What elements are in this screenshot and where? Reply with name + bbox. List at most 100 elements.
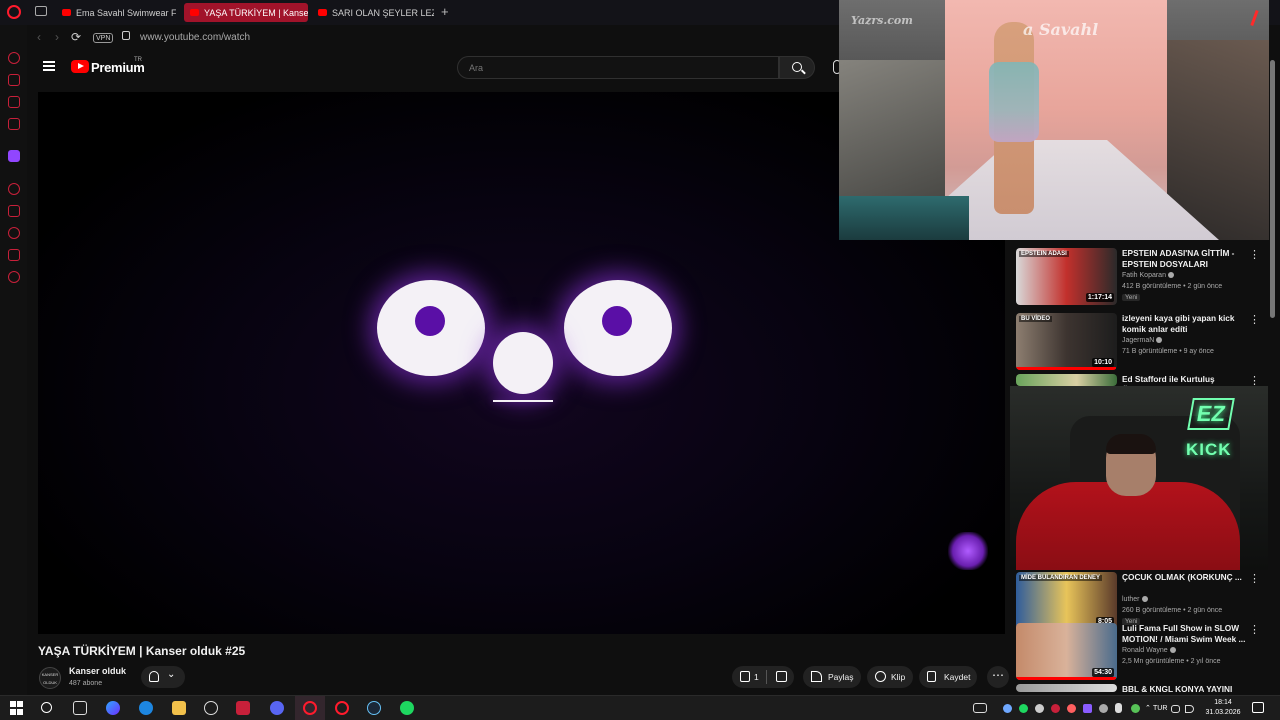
recommendation-item[interactable]: EPSTEIN ADASI 1:17:14 EPSTEIN ADASI'NA GİT… bbox=[1016, 248, 1260, 305]
recommendation-title[interactable]: Luli Fama Full Show in SLOW MOTION! / Mi… bbox=[1122, 623, 1248, 645]
like-icon[interactable] bbox=[740, 671, 750, 682]
recommendation-thumbnail[interactable] bbox=[1016, 374, 1117, 386]
steam-icon[interactable] bbox=[367, 701, 381, 715]
taskbar-search-icon[interactable] bbox=[41, 702, 52, 713]
spotify-icon[interactable] bbox=[400, 701, 414, 715]
recommendation-item[interactable]: MİDE BULANDIRAN DENEY 8:05 ÇOCUK OLMAK (KO… bbox=[1016, 572, 1260, 629]
recommendation-thumbnail[interactable]: EPSTEIN ADASI 1:17:14 bbox=[1016, 248, 1117, 305]
tray-mic-icon[interactable] bbox=[1115, 703, 1122, 713]
recommendation-thumbnail[interactable]: 54:30 bbox=[1016, 623, 1117, 680]
tray-icon-9[interactable] bbox=[1131, 704, 1140, 713]
recommendation-channel[interactable]: Fatih Koparan bbox=[1122, 272, 1166, 279]
obs-icon[interactable] bbox=[204, 701, 218, 715]
tray-icon-1[interactable] bbox=[1003, 704, 1012, 713]
recommendation-thumbnail[interactable]: BU VİDEO 10:10 bbox=[1016, 313, 1117, 370]
tray-icon-6[interactable] bbox=[1083, 704, 1092, 713]
input-language[interactable]: TUR bbox=[1153, 705, 1167, 712]
tray-chevron-icon[interactable]: ⌃ bbox=[1145, 704, 1151, 712]
youtube-logo-icon[interactable] bbox=[71, 60, 89, 73]
tab-menu-icon[interactable] bbox=[35, 6, 47, 16]
sidebar-twitch-icon[interactable] bbox=[8, 150, 20, 162]
more-options-icon[interactable]: ⋮ bbox=[1249, 572, 1260, 585]
recommendation-item[interactable]: Ed Stafford ile Kurtuluş Öyküleri⋮ bbox=[1016, 374, 1260, 395]
opera-logo-icon[interactable] bbox=[7, 5, 21, 19]
notification-center-icon[interactable] bbox=[1252, 702, 1264, 713]
edge-icon[interactable] bbox=[139, 701, 153, 715]
reload-icon[interactable]: ⟳ bbox=[71, 30, 81, 44]
network-icon[interactable] bbox=[1171, 705, 1180, 713]
windows-start-icon[interactable] bbox=[10, 701, 24, 715]
recommendation-channel[interactable]: Ronald Wayne bbox=[1122, 647, 1168, 654]
volume-icon[interactable] bbox=[1185, 705, 1194, 713]
lock-icon[interactable] bbox=[122, 31, 130, 40]
clock[interactable]: 18:14 31.03.2026 bbox=[1200, 698, 1246, 718]
recommendation-thumbnail[interactable]: MİDE BULANDIRAN DENEY 8:05 bbox=[1016, 572, 1117, 629]
recommendation-thumbnail[interactable] bbox=[1016, 684, 1117, 692]
opera-gx-taskbar-icon[interactable] bbox=[303, 701, 317, 715]
sidebar-player-icon[interactable] bbox=[8, 183, 20, 195]
sidebar-history-icon[interactable] bbox=[8, 227, 20, 239]
tray-icon-4[interactable] bbox=[1051, 704, 1060, 713]
tab-ema-savahl[interactable]: Ema Savahl Swimwear Fa bbox=[56, 3, 176, 22]
menu-icon[interactable] bbox=[43, 61, 55, 71]
like-count[interactable]: 1 bbox=[754, 672, 759, 682]
streamer-hair bbox=[1106, 434, 1156, 454]
dislike-icon[interactable] bbox=[776, 671, 787, 682]
task-view-icon[interactable] bbox=[73, 701, 87, 715]
recommendation-title[interactable]: EPSTEIN ADASI'NA GİTTİM - EPSTEIN DOSYAL… bbox=[1122, 248, 1248, 270]
search-button[interactable] bbox=[779, 56, 815, 79]
discord-icon[interactable] bbox=[270, 701, 284, 715]
sidebar-settings-icon[interactable] bbox=[8, 271, 20, 283]
notification-button[interactable]: ⌄ bbox=[141, 666, 185, 688]
share-button[interactable]: Paylaş bbox=[803, 666, 861, 688]
save-button[interactable]: Kaydet bbox=[919, 666, 977, 688]
screen: Ema Savahl Swimwear Fa YAŞA TÜRKİYEM | K… bbox=[0, 0, 1280, 720]
pool bbox=[839, 196, 969, 240]
scrollbar-thumb[interactable] bbox=[1270, 60, 1275, 318]
watch-progress-bar bbox=[1016, 677, 1116, 680]
file-explorer-icon[interactable] bbox=[172, 701, 186, 715]
opera-taskbar-icon[interactable] bbox=[335, 701, 349, 715]
forward-icon[interactable]: › bbox=[55, 30, 59, 44]
back-icon[interactable]: ‹ bbox=[37, 30, 41, 44]
copilot-icon[interactable] bbox=[106, 701, 120, 715]
sidebar-messenger-icon[interactable] bbox=[8, 96, 20, 108]
vpn-badge[interactable]: VPN bbox=[93, 33, 114, 43]
tray-icon-7[interactable] bbox=[1099, 704, 1108, 713]
tray-icon-5[interactable] bbox=[1067, 704, 1076, 713]
tray-icon-3[interactable] bbox=[1035, 704, 1044, 713]
new-tab-plus-icon[interactable]: + bbox=[441, 4, 449, 19]
channel-name[interactable]: Kanser olduk bbox=[69, 666, 126, 676]
recommendation-item[interactable]: BBL & KNGL KONYA YAYINI bbox=[1016, 684, 1256, 695]
sidebar-extensions-icon[interactable] bbox=[8, 249, 20, 261]
tab-sari-olan[interactable]: SARI OLAN ŞEYLER LEZZE bbox=[312, 3, 434, 22]
sidebar-bookmark-icon[interactable] bbox=[8, 205, 20, 217]
more-options-icon[interactable]: ⋮ bbox=[1249, 248, 1260, 261]
youtube-favicon-icon bbox=[190, 9, 199, 16]
sidebar-mail-icon[interactable] bbox=[8, 118, 20, 130]
tab-yasa-turkiyem[interactable]: YAŞA TÜRKİYEM | Kanse bbox=[184, 3, 308, 22]
voicemod-icon[interactable] bbox=[236, 701, 250, 715]
sidebar-shopping-icon[interactable] bbox=[8, 74, 20, 86]
recommendation-channel[interactable]: JagermaN bbox=[1122, 337, 1154, 344]
address-bar: ‹ › ⟳ VPN www.youtube.com/watch bbox=[27, 27, 840, 49]
recommendation-title[interactable]: BBL & KNGL KONYA YAYINI bbox=[1122, 684, 1248, 695]
page-scrollbar[interactable] bbox=[1270, 50, 1275, 690]
widgets-icon[interactable] bbox=[973, 703, 987, 713]
recommendation-channel[interactable]: luther bbox=[1122, 596, 1140, 603]
clip-button[interactable]: Klip bbox=[867, 666, 913, 688]
clock-time: 18:14 bbox=[1214, 699, 1232, 706]
recommendation-meta: 412 B görüntüleme • 2 gün önce bbox=[1122, 283, 1223, 290]
recommendation-item[interactable]: 54:30 Luli Fama Full Show in SLOW MOTION!… bbox=[1016, 623, 1260, 680]
url-field[interactable]: www.youtube.com/watch bbox=[140, 32, 250, 43]
more-actions-button[interactable]: ⋯ bbox=[987, 666, 1009, 688]
search-input[interactable] bbox=[457, 56, 779, 79]
recommendation-title[interactable]: izleyeni kaya gibi yapan kick komik anla… bbox=[1122, 313, 1248, 335]
more-options-icon[interactable]: ⋮ bbox=[1249, 313, 1260, 326]
channel-avatar[interactable]: KANSER OLDUK bbox=[39, 667, 61, 689]
tray-spotify-icon[interactable] bbox=[1019, 704, 1028, 713]
recommendation-title[interactable]: ÇOCUK OLMAK (KORKUNÇ ... bbox=[1122, 572, 1248, 583]
recommendation-item[interactable]: BU VİDEO 10:10 izleyeni kaya gibi yapan ki… bbox=[1016, 313, 1260, 370]
more-options-icon[interactable]: ⋮ bbox=[1249, 623, 1260, 636]
sidebar-aria-icon[interactable] bbox=[8, 52, 20, 64]
